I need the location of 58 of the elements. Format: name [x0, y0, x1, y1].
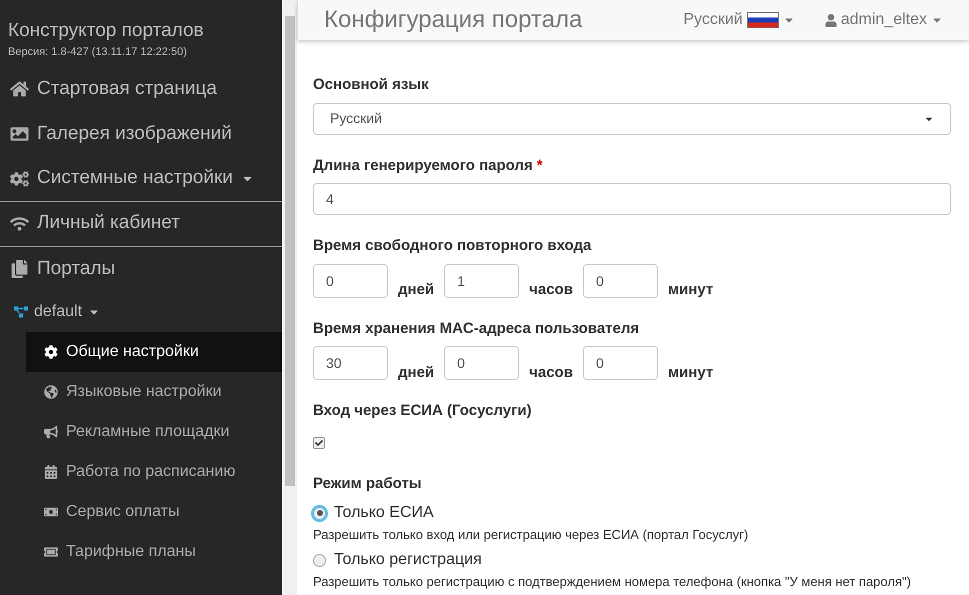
- input-field[interactable]: 1: [444, 264, 520, 298]
- calendar-icon: [44, 464, 58, 478]
- language-dropdown[interactable]: Русский: [683, 8, 795, 32]
- globe-icon: [44, 384, 58, 398]
- submenu-item[interactable]: Работа по расписанию: [26, 452, 282, 492]
- input-field[interactable]: 0: [313, 264, 388, 298]
- unit-label: часов: [529, 280, 573, 300]
- hint-text: Разрешить только регистрацию с подтверждением номера телефона (кнопка "У меня нет пароля"): [313, 574, 912, 589]
- pages-icon: [10, 260, 29, 278]
- unit-label: дней: [398, 362, 434, 382]
- field-label: Основной язык: [313, 75, 429, 95]
- radio-button[interactable]: [313, 554, 326, 566]
- nav-item[interactable]: Стартовая страница: [0, 66, 282, 112]
- field-label: Вход через ЕСИА (Госуслуги): [313, 401, 532, 421]
- submenu-item[interactable]: Общие настройки: [26, 332, 282, 372]
- nav-item[interactable]: Галерея изображений: [0, 112, 282, 156]
- wifi-icon: [10, 214, 29, 232]
- network-icon: [14, 304, 28, 318]
- gears-icon: [10, 170, 29, 188]
- image-icon: [10, 125, 29, 143]
- user-menu[interactable]: admin_eltex: [824, 8, 943, 32]
- nav-item[interactable]: Системные настройки: [0, 156, 282, 202]
- language-select[interactable]: Русский: [313, 102, 951, 134]
- submenu-item[interactable]: Языковые настройки: [26, 372, 282, 412]
- hint-text: Разрешить только вход или регистрацию через ЕСИА (портал Госуслуг): [313, 527, 750, 542]
- checkbox[interactable]: [313, 436, 325, 448]
- nav-item[interactable]: Порталы: [0, 246, 282, 292]
- ticket-icon: [44, 544, 58, 558]
- flag-icon: [746, 12, 779, 28]
- unit-label: минут: [668, 280, 714, 300]
- required-mark: *: [536, 156, 543, 176]
- field-label: Длина генерируемого пароля: [313, 156, 533, 176]
- scrollbar[interactable]: [282, 0, 297, 595]
- radio-label: Только ЕСИА: [334, 503, 434, 523]
- unit-label: минут: [668, 362, 714, 382]
- submenu-item[interactable]: Тарифные планы: [26, 532, 282, 572]
- input-field[interactable]: 0: [582, 346, 658, 380]
- version-text: Версия: 1.8-427 (13.11.17 12:22:50): [8, 45, 188, 60]
- portal-item[interactable]: default: [0, 292, 282, 332]
- radio-label: Только регистрация: [334, 550, 482, 570]
- page-title: Конфигурация портала: [324, 5, 584, 35]
- submenu-item[interactable]: Сервис оплаты: [26, 492, 282, 532]
- user-icon: [824, 14, 837, 26]
- radio-button[interactable]: [313, 506, 326, 520]
- field-label: Режим работы: [313, 474, 422, 494]
- input-field[interactable]: 0: [444, 346, 520, 380]
- input-field[interactable]: 0: [582, 264, 658, 298]
- settings-icon: [44, 344, 58, 358]
- megaphone-icon: [44, 424, 58, 438]
- field-label: Время свободного повторного входа: [313, 236, 592, 256]
- submenu-item[interactable]: Рекламные площадки: [26, 412, 282, 452]
- unit-label: дней: [398, 280, 434, 300]
- input-field[interactable]: 30: [313, 346, 388, 380]
- unit-label: часов: [529, 362, 573, 382]
- app-title: Конструктор порталов: [8, 20, 205, 42]
- input-field[interactable]: 4: [313, 183, 951, 215]
- home-icon: [10, 80, 29, 98]
- field-label: Время хранения MAC-адреса пользователя: [313, 318, 640, 338]
